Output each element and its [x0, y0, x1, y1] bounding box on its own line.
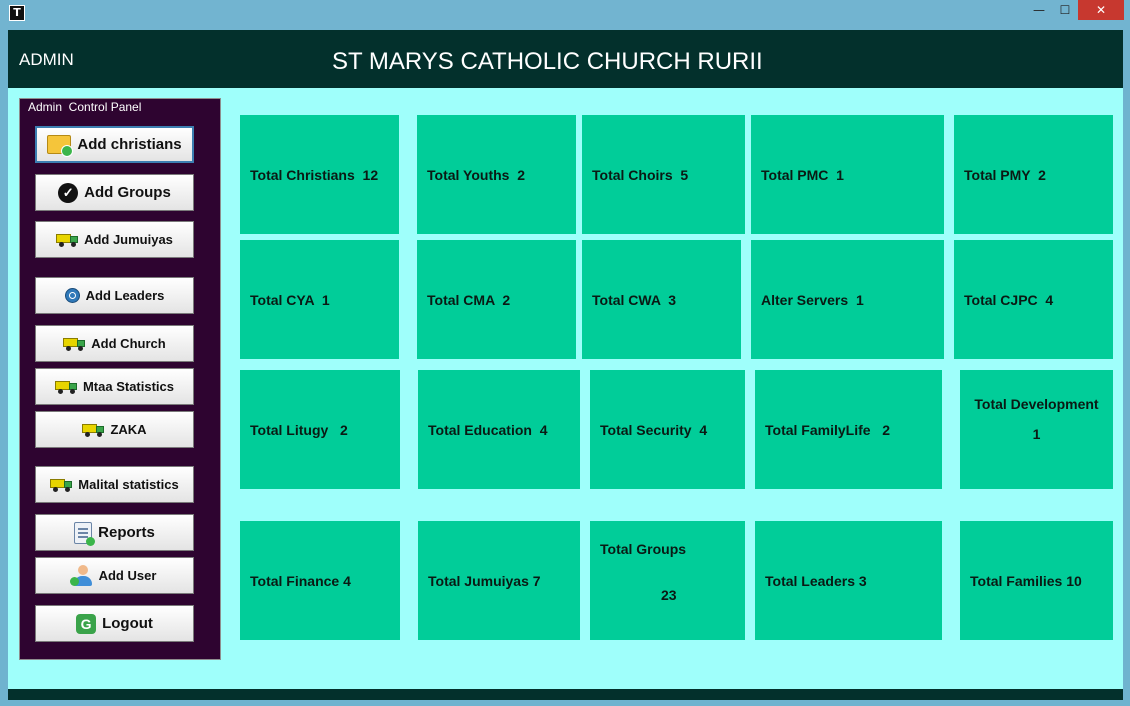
stat-label: Total Groups: [600, 541, 687, 557]
logout-icon: G: [76, 613, 97, 634]
stat-tile-families: Total Families 10: [960, 521, 1113, 640]
stat-tile-cma: Total CMA 2: [417, 240, 576, 359]
stat-value: 23: [661, 587, 677, 603]
folder-add-icon: [47, 135, 74, 157]
stat-tile-cya: Total CYA 1: [240, 240, 399, 359]
role-label: ADMIN: [19, 50, 74, 69]
stat-label: Total Development: [974, 396, 1099, 412]
button-label: Mtaa Statistics: [82, 379, 175, 394]
button-label: Add Jumuiyas: [84, 232, 173, 247]
stat-text: Total Choirs 5: [592, 166, 689, 183]
button-label: Add Leaders: [85, 288, 165, 303]
admin-control-panel: Admin Control Panel Add christians ✓ Add…: [19, 98, 221, 660]
stat-tile-groups: Total Groups 23: [590, 521, 745, 640]
button-label: Add Groups: [84, 184, 171, 201]
stat-text: Alter Servers 1: [761, 291, 864, 308]
stat-text: Total CMA 2: [427, 291, 511, 308]
stat-text: Total PMY 2: [964, 166, 1046, 183]
stat-tile-security: Total Security 4: [590, 370, 745, 489]
stat-text: Total Finance 4: [250, 572, 351, 589]
stat-text: Total Litugy 2: [250, 421, 348, 438]
stat-text: Total CJPC 4: [964, 291, 1054, 308]
stat-tile-jumuiyas: Total Jumuiyas 7: [418, 521, 580, 640]
stat-text: Total FamilyLife 2: [765, 421, 890, 438]
stat-text: Total CWA 3: [592, 291, 676, 308]
add-jumuiyas-button[interactable]: Add Jumuiyas: [35, 221, 194, 258]
button-label: Logout: [102, 615, 153, 632]
close-button[interactable]: ✕: [1078, 0, 1124, 20]
footer-bar: [8, 689, 1123, 700]
app-icon: T: [9, 5, 25, 21]
header-bar: ADMIN ST MARYS CATHOLIC CHURCH RURII: [8, 30, 1123, 88]
stat-tile-alter-servers: Alter Servers 1: [751, 240, 944, 359]
page-title: ST MARYS CATHOLIC CHURCH RURII: [332, 48, 763, 75]
truck-icon: [82, 423, 105, 437]
stat-tile-choirs: Total Choirs 5: [582, 115, 745, 234]
stat-tile-christians: Total Christians 12: [240, 115, 399, 234]
truck-icon: [56, 233, 79, 247]
stat-text: Total Families 10: [970, 572, 1082, 589]
button-label: Malital statistics: [78, 477, 179, 492]
reports-button[interactable]: Reports: [35, 514, 194, 551]
stat-tile-familylife: Total FamilyLife 2: [755, 370, 942, 489]
add-church-button[interactable]: Add Church: [35, 325, 194, 362]
stat-tile-pmc: Total PMC 1: [751, 115, 944, 234]
stat-tile-finance: Total Finance 4: [240, 521, 400, 640]
stat-text: Total Youths 2: [427, 166, 526, 183]
stat-tile-pmy: Total PMY 2: [954, 115, 1113, 234]
stat-text: Total PMC 1: [761, 166, 844, 183]
add-user-icon: [69, 564, 93, 587]
stat-text: Total Christians 12: [250, 166, 379, 183]
stat-value: 1: [1032, 426, 1041, 442]
add-christians-button[interactable]: Add christians: [35, 126, 194, 163]
button-label: Reports: [98, 524, 155, 541]
mtaa-statistics-button[interactable]: Mtaa Statistics: [35, 368, 194, 405]
zaka-button[interactable]: ZAKA: [35, 411, 194, 448]
button-label: ZAKA: [110, 422, 147, 437]
maximize-button[interactable]: ☐: [1052, 0, 1078, 20]
button-label: Add User: [98, 568, 157, 583]
window-titlebar: T — ☐ ✕: [0, 0, 1130, 30]
add-groups-button[interactable]: ✓ Add Groups: [35, 174, 194, 211]
truck-icon: [63, 337, 86, 351]
logout-button[interactable]: G Logout: [35, 605, 194, 642]
main-window: ADMIN ST MARYS CATHOLIC CHURCH RURII Adm…: [8, 30, 1123, 700]
check-badge-icon: ✓: [58, 182, 79, 203]
button-label: Add christians: [77, 136, 182, 153]
button-label: Add Church: [91, 336, 166, 351]
malital-statistics-button[interactable]: Malital statistics: [35, 466, 194, 503]
stat-tile-leaders: Total Leaders 3: [755, 521, 942, 640]
stat-text: Total Jumuiyas 7: [428, 572, 541, 589]
report-icon: [74, 521, 96, 546]
stat-tile-youths: Total Youths 2: [417, 115, 576, 234]
stat-tile-development: Total Development 1: [960, 370, 1113, 489]
stat-tile-education: Total Education 4: [418, 370, 580, 489]
truck-icon: [50, 478, 73, 492]
stat-text: Total Education 4: [428, 421, 548, 438]
stat-tile-litugy: Total Litugy 2: [240, 370, 400, 489]
add-user-button[interactable]: Add User: [35, 557, 194, 594]
truck-icon: [54, 380, 77, 394]
stat-text: Total Leaders 3: [765, 572, 867, 589]
stat-text: Total Security 4: [600, 421, 708, 438]
panel-legend: Admin Control Panel: [28, 100, 142, 114]
search-icon: [64, 288, 80, 303]
minimize-button[interactable]: —: [1026, 0, 1052, 20]
stat-tile-cjpc: Total CJPC 4: [954, 240, 1113, 359]
stat-tile-cwa: Total CWA 3: [582, 240, 741, 359]
stat-text: Total CYA 1: [250, 291, 330, 308]
add-leaders-button[interactable]: Add Leaders: [35, 277, 194, 314]
